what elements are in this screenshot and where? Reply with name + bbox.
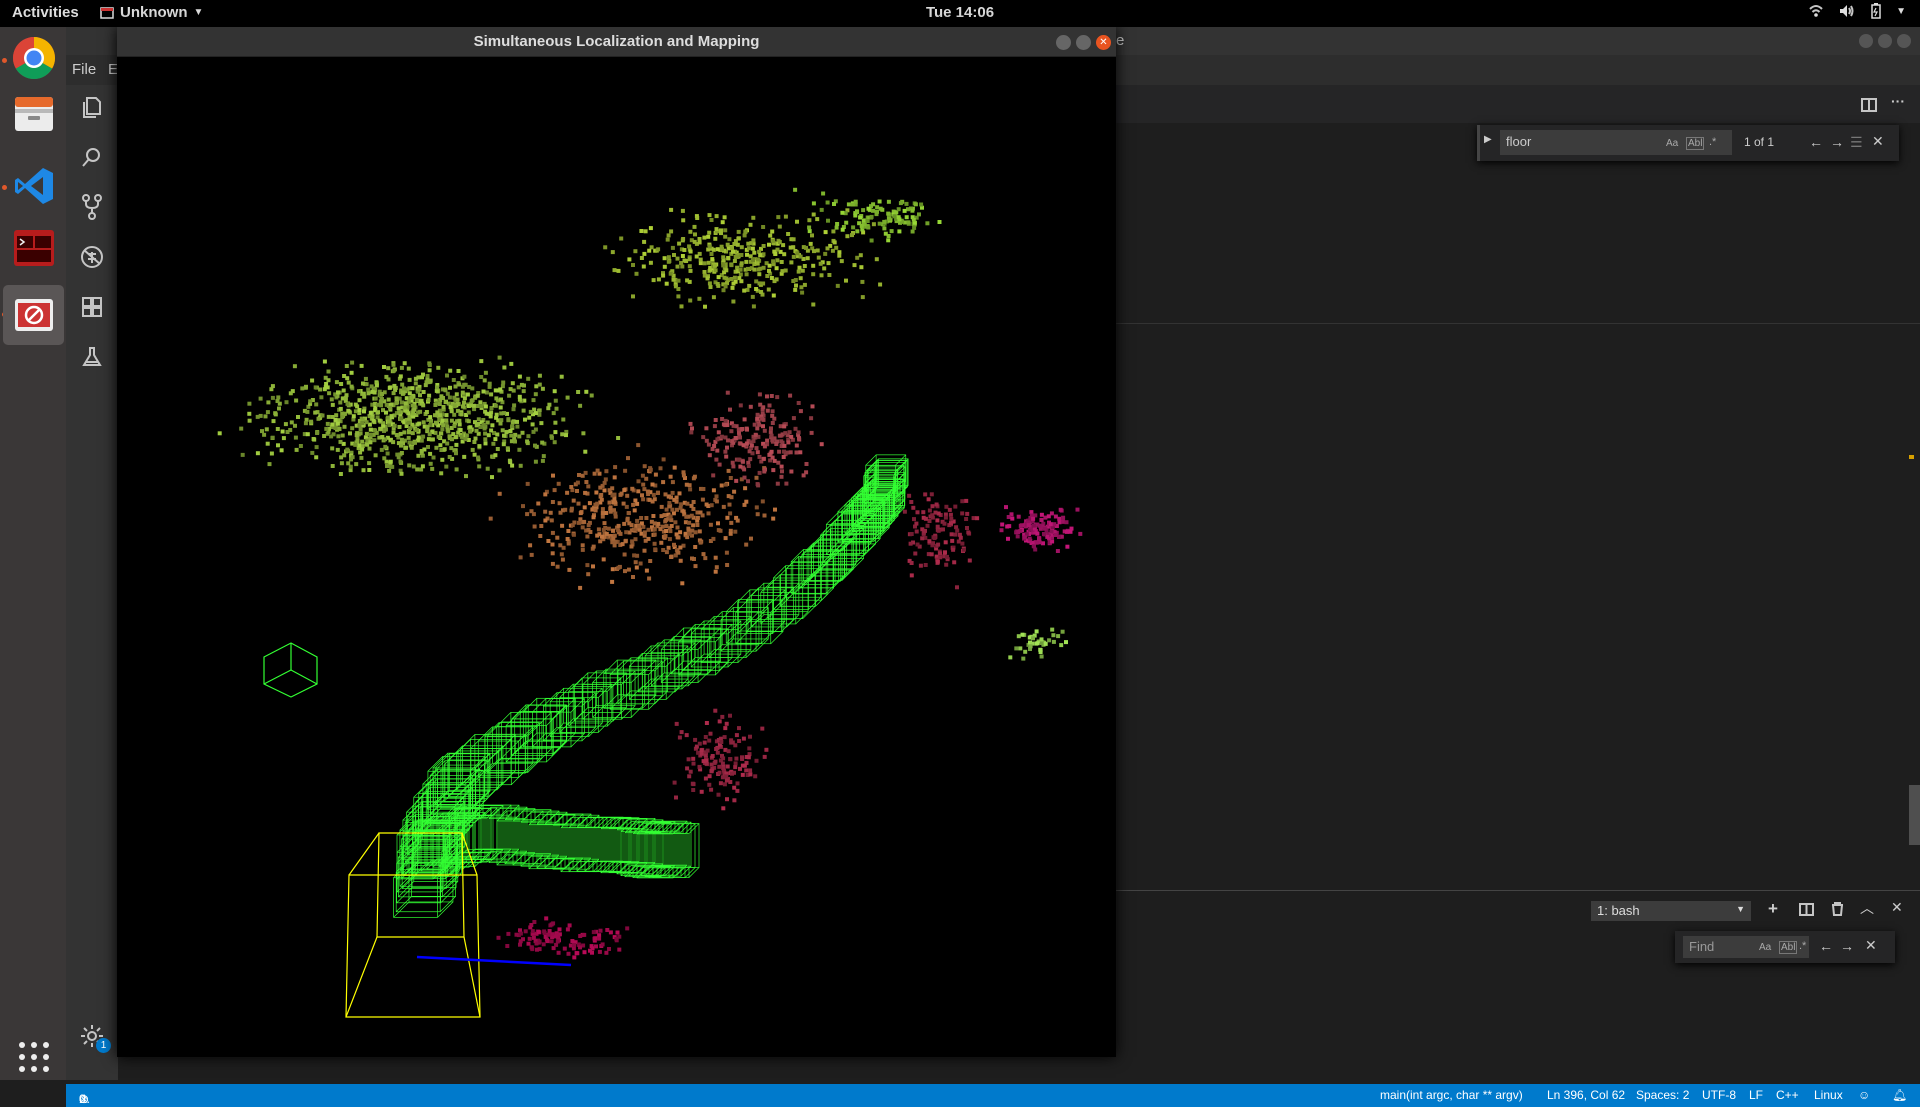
more-actions-icon[interactable]: ··· — [1891, 93, 1905, 109]
whole-word-icon[interactable]: Abl — [1779, 941, 1798, 954]
activity-bar: 1 — [66, 85, 118, 1080]
next-match-icon[interactable]: → — [1830, 134, 1844, 150]
graph-edge — [416, 955, 572, 967]
line-ending[interactable]: LF — [1749, 1088, 1763, 1102]
regex-icon[interactable]: .* — [1709, 136, 1716, 148]
match-case-icon[interactable]: Aa — [1666, 138, 1678, 149]
slam-app-icon[interactable] — [3, 285, 64, 345]
regex-icon[interactable]: .* — [1799, 940, 1806, 952]
toggle-replace-icon[interactable]: ▶ — [1484, 134, 1492, 145]
menu-file[interactable]: File — [72, 61, 96, 78]
slam-window: Simultaneous Localization and Mapping ✕ — [117, 27, 1116, 1057]
notifications-bell-icon[interactable]: 🔔︎ — [1892, 1088, 1907, 1102]
cursor-position[interactable]: Ln 396, Col 62 — [1547, 1088, 1625, 1102]
status-bar: ⊗ 0 ⚠ 0 main(int argc, char ** argv) Ln … — [66, 1084, 1920, 1107]
terminal-icon[interactable] — [9, 223, 59, 273]
encoding[interactable]: UTF-8 — [1702, 1088, 1736, 1102]
keyframe-trajectory — [393, 454, 909, 918]
explorer-icon[interactable] — [76, 91, 108, 123]
minimize-button[interactable] — [1859, 34, 1873, 48]
chrome-icon[interactable] — [9, 33, 59, 83]
new-terminal-icon[interactable]: + — [1768, 899, 1778, 919]
show-applications-icon[interactable] — [9, 1032, 59, 1082]
wifi-icon — [1809, 5, 1823, 17]
dock — [0, 27, 66, 1080]
vscode-title-fragment: e — [1116, 32, 1125, 49]
editor-scrollbar-thumb[interactable] — [1909, 785, 1920, 845]
close-find-icon[interactable]: ✕ — [1865, 937, 1877, 954]
language-mode[interactable]: C++ — [1776, 1088, 1799, 1102]
running-indicator — [2, 185, 7, 190]
slam-3d-viewer[interactable] — [117, 57, 1116, 1057]
system-tray[interactable]: ▼ — [1808, 3, 1906, 19]
split-terminal-icon[interactable] — [1799, 903, 1814, 916]
extensions-icon[interactable] — [76, 291, 108, 323]
activities-button[interactable]: Activities — [12, 4, 79, 21]
minimize-button[interactable] — [1056, 35, 1071, 50]
kill-terminal-icon[interactable] — [1831, 902, 1844, 916]
match-count: 1 of 1 — [1744, 135, 1775, 149]
app-menu[interactable]: Unknown ▼ — [100, 4, 203, 21]
whole-word-icon[interactable]: Abl — [1686, 137, 1705, 150]
close-button[interactable]: ✕ — [1096, 35, 1111, 50]
terminal-selector[interactable]: 1: bash ▼ — [1591, 901, 1751, 921]
debug-icon[interactable] — [76, 241, 108, 273]
function-context[interactable]: main(int argc, char ** argv) — [1380, 1088, 1523, 1102]
chevron-down-icon: ▼ — [193, 7, 204, 18]
battery-icon — [1871, 3, 1881, 19]
chevron-down-icon: ▼ — [1736, 904, 1745, 914]
previous-match-icon[interactable]: ← — [1809, 134, 1823, 150]
platform-config[interactable]: Linux — [1814, 1088, 1843, 1102]
split-editor-icon[interactable] — [1861, 98, 1877, 112]
search-icon[interactable] — [76, 141, 108, 173]
files-icon[interactable] — [9, 88, 59, 138]
terminal-find-widget: Find Aa Abl .* ← → ✕ — [1675, 931, 1895, 963]
feedback-smiley-icon[interactable]: ☺ — [1858, 1088, 1870, 1102]
slam-window-title: Simultaneous Localization and Mapping — [473, 33, 760, 50]
app-menu-label: Unknown — [120, 4, 188, 21]
reference-cube — [263, 642, 318, 698]
volume-icon — [1840, 5, 1854, 17]
maximize-panel-icon[interactable]: ︿ — [1860, 898, 1874, 918]
match-case-icon[interactable]: Aa — [1759, 942, 1771, 953]
settings-gear-icon[interactable]: 1 — [76, 1020, 111, 1053]
clock[interactable]: Tue 14:06 — [0, 4, 1920, 21]
map-point-cloud — [217, 187, 1083, 960]
window-icon — [100, 6, 114, 19]
testing-flask-icon[interactable] — [76, 341, 108, 373]
source-control-icon[interactable] — [76, 191, 108, 223]
close-button[interactable] — [1897, 34, 1911, 48]
overview-ruler-mark — [1909, 455, 1914, 459]
find-in-selection-icon[interactable]: ☰ — [1850, 134, 1863, 151]
top-bar: Activities Unknown ▼ Tue 14:06 ▼ — [0, 0, 1920, 27]
close-find-icon[interactable]: ✕ — [1872, 133, 1884, 150]
next-match-icon[interactable]: → — [1840, 938, 1854, 954]
maximize-button[interactable] — [1076, 35, 1091, 50]
find-widget: ▶ floor Aa Abl .* 1 of 1 ← → ☰ ✕ — [1477, 125, 1899, 161]
maximize-button[interactable] — [1878, 34, 1892, 48]
slam-titlebar[interactable]: Simultaneous Localization and Mapping ✕ — [117, 27, 1116, 57]
previous-match-icon[interactable]: ← — [1819, 938, 1833, 954]
settings-badge: 1 — [96, 1038, 111, 1053]
indentation[interactable]: Spaces: 2 — [1636, 1088, 1689, 1102]
close-panel-icon[interactable]: ✕ — [1891, 899, 1903, 916]
terminal-selector-value: 1: bash — [1597, 903, 1640, 918]
warning-count: 0 — [79, 1092, 86, 1106]
running-indicator — [2, 58, 7, 63]
power-menu-arrow: ▼ — [1896, 6, 1906, 17]
vscode-icon[interactable] — [9, 161, 59, 211]
